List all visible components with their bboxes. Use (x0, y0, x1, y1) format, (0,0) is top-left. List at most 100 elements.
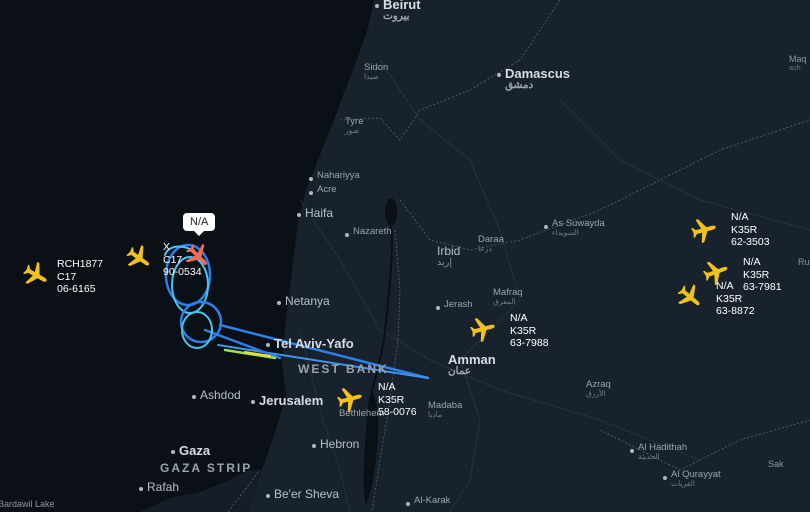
city-label-daraa[interactable]: Daraa درعا (478, 235, 504, 253)
region-label-gaza-strip: GAZA STRIP (160, 461, 253, 475)
city-dot (544, 225, 548, 229)
city-name: Nazareth (353, 226, 392, 237)
aircraft-callsign: N/A (510, 312, 528, 324)
city-label-rafah[interactable]: Rafah (147, 481, 179, 494)
city-name-arabic: السويداء (552, 227, 579, 237)
sea-of-galilee (385, 198, 397, 226)
aircraft-type: K35R (716, 292, 743, 305)
city-name-arabic: صيدا (364, 71, 379, 81)
city-dot (663, 476, 667, 480)
aircraft-label-k35r-62-3503[interactable]: N/A K35R 62-3503 (731, 211, 770, 249)
aircraft-label-c17-selected[interactable]: X C17 90-0534 (163, 241, 202, 279)
city-name: Ashdod (200, 388, 241, 402)
aircraft-registration: 63-7988 (510, 337, 549, 349)
aircraft-mark: X (163, 241, 171, 253)
aircraft-callsign: N/A (378, 381, 396, 393)
aircraft-registration: 63-8872 (716, 305, 755, 317)
city-label-bardawil[interactable]: Bardawil Lake (0, 499, 55, 509)
city-name: Sak (768, 459, 784, 469)
basemap (0, 0, 810, 512)
city-label-sakakah-partial[interactable]: Sak (768, 459, 784, 469)
city-dot (345, 233, 349, 237)
city-label-maq-partial[interactable]: Maq ash (789, 54, 807, 73)
city-label-r-partial[interactable]: Ru (798, 257, 810, 267)
city-name: Jerash (444, 299, 473, 310)
city-label-netanya[interactable]: Netanya (285, 295, 330, 308)
city-dot (266, 343, 270, 347)
city-label-azraq[interactable]: Azraq الأزرق (586, 380, 611, 398)
aircraft-label-rch1877[interactable]: RCH1877 C17 06-6165 (57, 258, 103, 296)
city-name-arabic: عمان (448, 365, 472, 377)
city-label-ashdod[interactable]: Ashdod (200, 389, 241, 402)
city-name-arabic: القريات (671, 478, 696, 488)
city-name: Rafah (147, 480, 180, 494)
city-label-haifa[interactable]: Haifa (305, 207, 333, 220)
selected-aircraft-callout[interactable]: N/A (183, 213, 216, 236)
city-name-arabic: درعا (478, 243, 492, 253)
aircraft-registration: 62-3503 (731, 236, 770, 248)
city-name-arabic: إربد (437, 256, 453, 268)
city-name: Amman (448, 352, 496, 367)
city-name: Be'er Sheva (274, 487, 339, 501)
city-label-al-karak[interactable]: Al-Karak (414, 496, 450, 506)
city-name: Acre (317, 184, 337, 195)
aircraft-label-k35r-63-7988[interactable]: N/A K35R 63-7988 (510, 312, 549, 350)
city-name-arabic: ash (789, 63, 801, 73)
city-name-arabic: الأزرق (586, 388, 606, 398)
aircraft-callsign: N/A (731, 211, 749, 223)
city-label-mafraq[interactable]: Mafraq المفرق (493, 288, 523, 306)
city-label-nahariyya[interactable]: Nahariyya (317, 171, 360, 181)
city-label-al-hadithah[interactable]: Al Hadithah الحديثة (638, 443, 687, 461)
city-label-jerash[interactable]: Jerash (444, 300, 473, 310)
aircraft-registration: 58-0076 (378, 406, 417, 418)
city-name-arabic: مادبا (428, 409, 443, 419)
city-name: Irbid (437, 244, 461, 258)
city-dot (266, 494, 270, 498)
city-label-al-qurayyat[interactable]: Al Qurayyat القريات (671, 470, 721, 488)
city-label-tel-aviv[interactable]: Tel Aviv-Yafo (274, 337, 354, 351)
city-name: Nahariyya (317, 170, 360, 181)
city-label-gaza[interactable]: Gaza (179, 444, 210, 458)
city-name-arabic: الحديثة (638, 451, 660, 461)
city-label-nazareth[interactable]: Nazareth (353, 227, 392, 237)
city-label-jerusalem[interactable]: Jerusalem (259, 394, 323, 408)
city-label-amman[interactable]: Amman عمان (448, 353, 496, 378)
city-dot (406, 502, 410, 506)
city-dot (297, 213, 301, 217)
city-name: Jerusalem (259, 393, 324, 408)
flight-map[interactable]: Beirut بيروت Sidon صيدا Tyre صور Damascus دمشق N… (0, 0, 810, 512)
city-dot (375, 4, 379, 8)
city-name: Tel Aviv-Yafo (274, 336, 354, 351)
aircraft-callsign: N/A (743, 256, 761, 268)
city-label-beirut[interactable]: Beirut بيروت (383, 0, 421, 23)
aircraft-type: C17 (163, 253, 183, 266)
aircraft-type: K35R (510, 324, 537, 337)
city-name: Hebron (320, 437, 360, 451)
city-label-madaba[interactable]: Madaba مادبا (428, 401, 462, 419)
city-label-as-suwayda[interactable]: As Suwayda السويداء (552, 219, 605, 237)
city-dot (171, 450, 175, 454)
city-label-hebron[interactable]: Hebron (320, 438, 359, 451)
city-dot (630, 449, 634, 453)
city-label-beer-sheva[interactable]: Be'er Sheva (274, 488, 339, 501)
aircraft-label-k35r-58-0076[interactable]: N/A K35R 58-0076 (378, 381, 417, 419)
aircraft-label-k35r-63-8872[interactable]: N/A K35R 63-8872 (716, 280, 755, 318)
city-name: Netanya (285, 294, 330, 308)
city-dot (436, 306, 440, 310)
city-dot (312, 444, 316, 448)
city-dot (277, 301, 281, 305)
aircraft-registration: 90-0534 (163, 266, 202, 278)
city-name-arabic: بيروت (383, 10, 410, 22)
city-label-tyre[interactable]: Tyre صور (345, 117, 363, 135)
city-label-acre[interactable]: Acre (317, 185, 337, 195)
city-dot (309, 177, 313, 181)
region-label-west-bank: WEST BANK (298, 362, 389, 376)
aircraft-callsign: N/A (716, 280, 734, 292)
city-label-sidon[interactable]: Sidon صيدا (364, 63, 388, 81)
city-label-irbid[interactable]: Irbid إربد (437, 245, 460, 268)
city-dot (309, 191, 313, 195)
city-name-arabic: المفرق (493, 296, 516, 306)
city-name-arabic: دمشق (505, 79, 534, 91)
city-name: Ru (798, 257, 810, 267)
city-label-damascus[interactable]: Damascus دمشق (505, 67, 570, 92)
